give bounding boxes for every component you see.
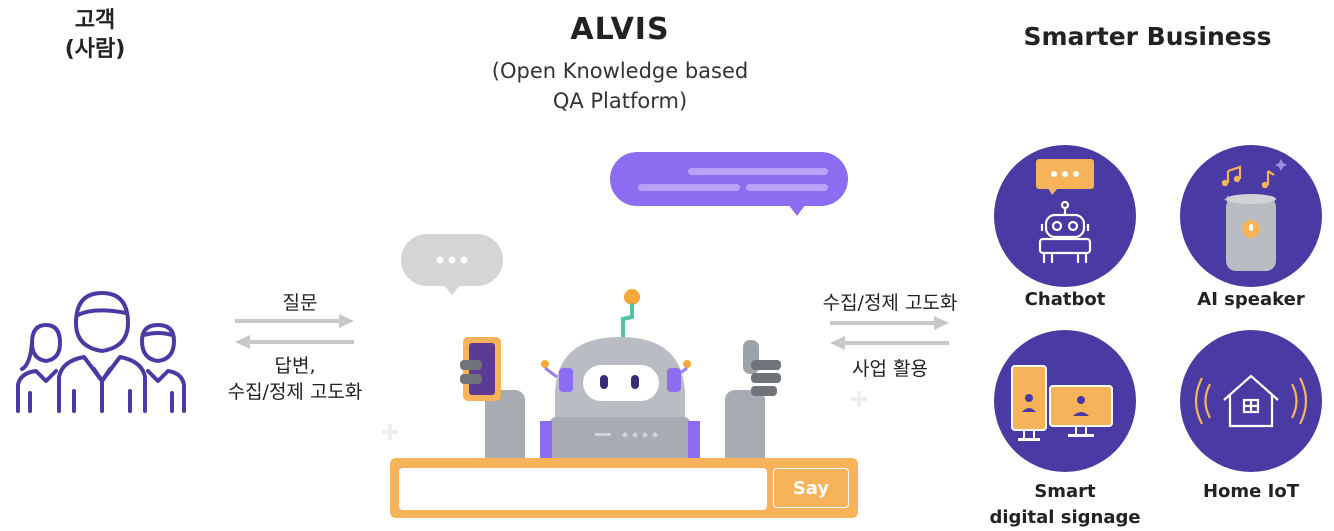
speaker-icon	[1221, 159, 1287, 271]
ai-speaker-circle	[1180, 145, 1322, 287]
question-label: 질문	[282, 292, 318, 314]
plus-decoration-icon	[851, 391, 867, 407]
alvis-subtitle: (Open Knowledge based QA Platform)	[440, 56, 800, 116]
arrow-left-icon	[235, 335, 354, 349]
arrow-right-icon	[235, 314, 354, 328]
answer-label: 답변, 수집/정제 고도화	[200, 353, 390, 405]
alvis-robot-icon	[460, 289, 781, 465]
signage-label: Smart digital signage	[975, 479, 1155, 531]
say-button[interactable]: Say	[773, 468, 849, 508]
home-iot-label: Home IoT	[1202, 481, 1299, 502]
alvis-title: ALVIS	[570, 12, 670, 47]
robot-icon	[1036, 159, 1094, 263]
customer-title-line1: 고객	[74, 8, 116, 33]
home-icon	[1194, 374, 1308, 428]
chatbot-circle	[994, 145, 1136, 287]
arrow-right-icon	[830, 316, 949, 330]
speech-bubble-purple-icon	[610, 152, 848, 216]
signage-label-line1: Smart	[1034, 481, 1096, 502]
signage-icon	[1011, 365, 1113, 441]
refine-label: 수집/정제 고도화	[822, 292, 958, 314]
arrow-left-icon	[830, 336, 949, 350]
answer-label-line1: 답변,	[274, 355, 316, 377]
ai-speaker-label: AI speaker	[1197, 289, 1305, 310]
answer-label-line2: 수집/정제 고도화	[227, 381, 363, 403]
customer-title: 고객 (사람)	[40, 6, 150, 64]
home-iot-circle	[1180, 330, 1322, 472]
customers-icon	[16, 291, 186, 413]
alvis-subtitle-line2: QA Platform)	[552, 89, 688, 113]
chatbot-label: Chatbot	[1024, 289, 1106, 310]
signage-label-line2: digital signage	[989, 507, 1141, 528]
plus-decoration-icon	[382, 424, 398, 440]
customer-title-line2: (사람)	[64, 37, 126, 62]
alvis-subtitle-line1: (Open Knowledge based	[491, 59, 749, 83]
signage-circle	[994, 330, 1136, 472]
business-use-label: 사업 활용	[852, 358, 928, 380]
smarter-business-title: Smarter Business	[1023, 22, 1272, 51]
chat-input[interactable]	[399, 468, 767, 510]
